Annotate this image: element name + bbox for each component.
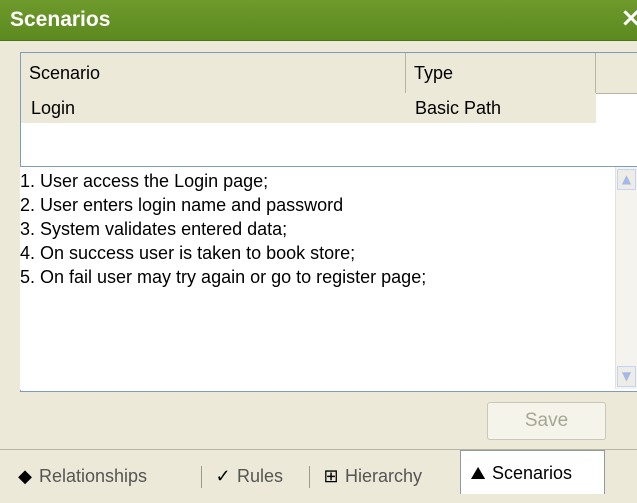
hierarchy-icon: ⊞ (323, 466, 339, 486)
cell-scenario-type: Basic Path (415, 98, 502, 118)
tab-strip: ◆ Relationships ✓ Rules ⊞ Hierarchy ⛰ Scenar… (0, 449, 637, 503)
description-line: 2. User enters login name and password (20, 195, 344, 215)
tab-label: Relationships (39, 466, 148, 486)
description-textarea[interactable]: 1. User access the Login page; 2. User e… (20, 166, 637, 390)
close-button[interactable]: × (619, 2, 637, 34)
tab-relationships[interactable]: ◆ Relationships (14, 456, 147, 496)
column-header-scenario[interactable]: Scenario (21, 53, 406, 93)
description-line: 1. User access the Login page; (20, 171, 269, 191)
title-bar: Scenarios × (0, 0, 637, 41)
scroll-up-arrow-icon[interactable]: ▲ (617, 169, 636, 190)
relationships-icon: ◆ (18, 466, 32, 486)
tab-rules[interactable]: ✓ Rules (212, 456, 283, 496)
window-title: Scenarios (10, 8, 111, 31)
scenarios-icon: ⛰ (470, 463, 486, 483)
cell-scenario-name: Login (31, 98, 76, 118)
tab-label: Scenarios (492, 463, 573, 483)
description-line: 4. On success user is taken to book stor… (20, 243, 356, 263)
column-header-filler (596, 53, 637, 93)
column-header-type[interactable]: Type (406, 53, 596, 93)
tab-scenarios[interactable]: ⛰ Scenarios (460, 450, 605, 494)
save-button[interactable]: Save (487, 402, 606, 440)
tab-divider (201, 466, 202, 488)
tab-label: Hierarchy (345, 466, 423, 486)
vertical-scrollbar[interactable]: ▲ ▼ (615, 167, 637, 389)
tab-divider (309, 466, 310, 488)
grid-header: Scenario Type (21, 53, 637, 94)
tab-label: Rules (237, 466, 284, 486)
description-line: 5. On fail user may try again or go to r… (20, 267, 427, 287)
tab-hierarchy[interactable]: ⊞ Hierarchy (320, 456, 422, 496)
scroll-down-arrow-icon[interactable]: ▼ (617, 366, 636, 387)
checkmark-icon: ✓ (215, 466, 231, 486)
description-line: 3. System validates entered data; (20, 219, 288, 239)
table-row[interactable]: Login Basic Path (21, 93, 596, 123)
